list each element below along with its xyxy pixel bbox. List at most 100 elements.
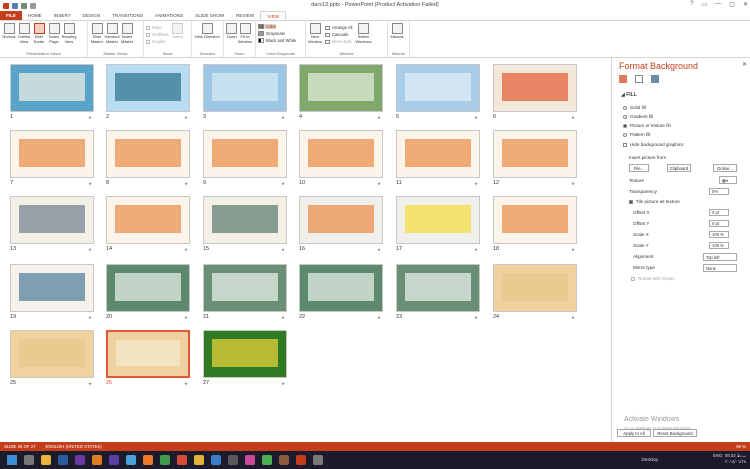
file-explorer-icon[interactable] [41, 455, 51, 465]
ribbon-display-icon[interactable]: ▭ [702, 1, 708, 8]
app-icon[interactable] [245, 455, 255, 465]
hide-background-checkbox[interactable]: Hide background graphics [623, 142, 683, 147]
transition-star-icon[interactable]: ★ [88, 181, 92, 187]
color-option[interactable]: Color [258, 24, 277, 29]
notes-button[interactable]: Notes [171, 23, 185, 40]
offset-x-spinner[interactable]: 0 pt [709, 209, 729, 216]
transition-star-icon[interactable]: ★ [184, 181, 188, 187]
slide-thumbnail[interactable] [203, 330, 287, 378]
clipboard-button[interactable]: Clipboard [667, 164, 691, 172]
scale-x-spinner[interactable]: 100 % [709, 231, 729, 238]
slide-thumbnail[interactable] [396, 64, 480, 112]
slide-thumbnail[interactable] [106, 330, 190, 378]
transition-star-icon[interactable]: ★ [184, 381, 188, 387]
alignment-dropdown[interactable]: Top left [703, 253, 737, 261]
transition-star-icon[interactable]: ★ [281, 115, 285, 121]
transition-star-icon[interactable]: ★ [571, 247, 575, 253]
transition-star-icon[interactable]: ★ [184, 315, 188, 321]
view-direction-button[interactable]: View Direction [194, 23, 220, 40]
chrome-icon[interactable] [262, 455, 272, 465]
transition-star-icon[interactable]: ★ [281, 315, 285, 321]
ruler-checkbox[interactable]: Ruler [146, 25, 169, 30]
language-status[interactable]: ENGLISH (UNITED STATES) [46, 444, 102, 449]
transition-star-icon[interactable]: ★ [377, 247, 381, 253]
texture-dropdown[interactable]: ▦▾ [719, 176, 737, 184]
zoom-button[interactable]: Zoom [226, 23, 237, 40]
slide-thumbnail[interactable] [10, 264, 94, 312]
transition-star-icon[interactable]: ★ [281, 247, 285, 253]
rotate-with-shape-checkbox[interactable]: Rotate with shape [631, 276, 675, 281]
app-icon[interactable] [211, 455, 221, 465]
tab-slide-show[interactable]: SLIDE SHOW [189, 11, 230, 20]
transition-star-icon[interactable]: ★ [281, 181, 285, 187]
switch-windows-button[interactable]: Switch Windows [354, 23, 372, 44]
slide-thumbnail[interactable] [10, 196, 94, 244]
picture-fill-radio[interactable]: Picture or texture fill [623, 123, 671, 128]
online-button[interactable]: Online... [713, 164, 737, 172]
transition-star-icon[interactable]: ★ [571, 315, 575, 321]
slide-thumbnail[interactable] [10, 64, 94, 112]
tab-view[interactable]: VIEW [260, 11, 286, 20]
transition-star-icon[interactable]: ★ [88, 381, 92, 387]
firefox-icon[interactable] [143, 455, 153, 465]
desktop-toolbar[interactable]: Desktop [641, 457, 658, 462]
slide-thumbnail[interactable] [493, 196, 577, 244]
slide-thumbnail[interactable] [106, 264, 190, 312]
slide-thumbnail[interactable] [299, 264, 383, 312]
task-view-icon[interactable] [24, 455, 34, 465]
offset-y-spinner[interactable]: 0 pt [709, 220, 729, 227]
close-pane-icon[interactable]: ✕ [742, 61, 747, 68]
slide-master-button[interactable]: Slide Master [90, 23, 104, 44]
close-icon[interactable]: ✕ [743, 1, 748, 8]
gradient-fill-radio[interactable]: Gradient fill [623, 114, 653, 119]
slide-thumbnail[interactable] [106, 130, 190, 178]
cascade-button[interactable]: Cascade [325, 32, 352, 37]
app-icon[interactable] [160, 455, 170, 465]
start-icon[interactable] [7, 455, 17, 465]
slide-thumbnail[interactable] [299, 64, 383, 112]
illustrator-icon[interactable] [92, 455, 102, 465]
app-icon[interactable] [313, 455, 323, 465]
system-tray[interactable]: ENG 08:32 ب.ظ ۲۰۱۸/۰۱/۲۸ [713, 453, 746, 465]
slide-thumbnail[interactable] [203, 196, 287, 244]
transition-star-icon[interactable]: ★ [474, 181, 478, 187]
file-button[interactable]: File... [629, 164, 649, 172]
slide-sorter-area[interactable]: 1 ★ 2 ★ 3 ★ 4 ★ 5 ★ 6 ★ 7 ★ 8 ★ 9 ★ 10 ★ 11 ★ 12 ★ 13 ★ 14 ★ 15 ★ 16 ★ 1… [0, 58, 612, 442]
pattern-fill-radio[interactable]: Pattern fill [623, 132, 650, 137]
slide-thumbnail[interactable] [493, 130, 577, 178]
arrange-all-button[interactable]: Arrange All [325, 25, 352, 30]
language-indicator[interactable]: ENG [713, 453, 722, 458]
slide-thumbnail[interactable] [10, 330, 94, 378]
guides-checkbox[interactable]: Guides [146, 39, 169, 44]
slide-sorter-button[interactable]: Slide Sorter [32, 23, 46, 44]
fill-section-header[interactable]: ◢ FILL [621, 92, 637, 98]
tab-review[interactable]: REVIEW [230, 11, 260, 20]
slide-thumbnail[interactable] [493, 264, 577, 312]
transition-star-icon[interactable]: ★ [571, 115, 575, 121]
transition-star-icon[interactable]: ★ [88, 115, 92, 121]
app-icon[interactable] [279, 455, 289, 465]
powerpoint-taskbar-icon[interactable] [296, 455, 306, 465]
minimize-icon[interactable]: — [715, 1, 721, 8]
help-icon[interactable]: ? [690, 1, 693, 8]
after-effects-icon[interactable] [109, 455, 119, 465]
outline-view-button[interactable]: Outline View [17, 23, 31, 44]
move-split-button[interactable]: Move Split [325, 39, 352, 44]
slide-thumbnail[interactable] [396, 264, 480, 312]
transition-star-icon[interactable]: ★ [474, 115, 478, 121]
slide-thumbnail[interactable] [299, 196, 383, 244]
app-icon[interactable] [228, 455, 238, 465]
tab-design[interactable]: DESIGN [77, 11, 107, 20]
premiere-icon[interactable] [75, 455, 85, 465]
slide-thumbnail[interactable] [396, 196, 480, 244]
slide-thumbnail[interactable] [396, 130, 480, 178]
slide-thumbnail[interactable] [106, 64, 190, 112]
app-icon[interactable] [194, 455, 204, 465]
new-window-button[interactable]: New Window [308, 23, 322, 44]
gridlines-checkbox[interactable]: Gridlines [146, 32, 169, 37]
tab-home[interactable]: HOME [22, 11, 48, 20]
tab-transitions[interactable]: TRANSITIONS [106, 11, 149, 20]
transition-star-icon[interactable]: ★ [88, 247, 92, 253]
transition-star-icon[interactable]: ★ [281, 381, 285, 387]
transition-star-icon[interactable]: ★ [377, 115, 381, 121]
